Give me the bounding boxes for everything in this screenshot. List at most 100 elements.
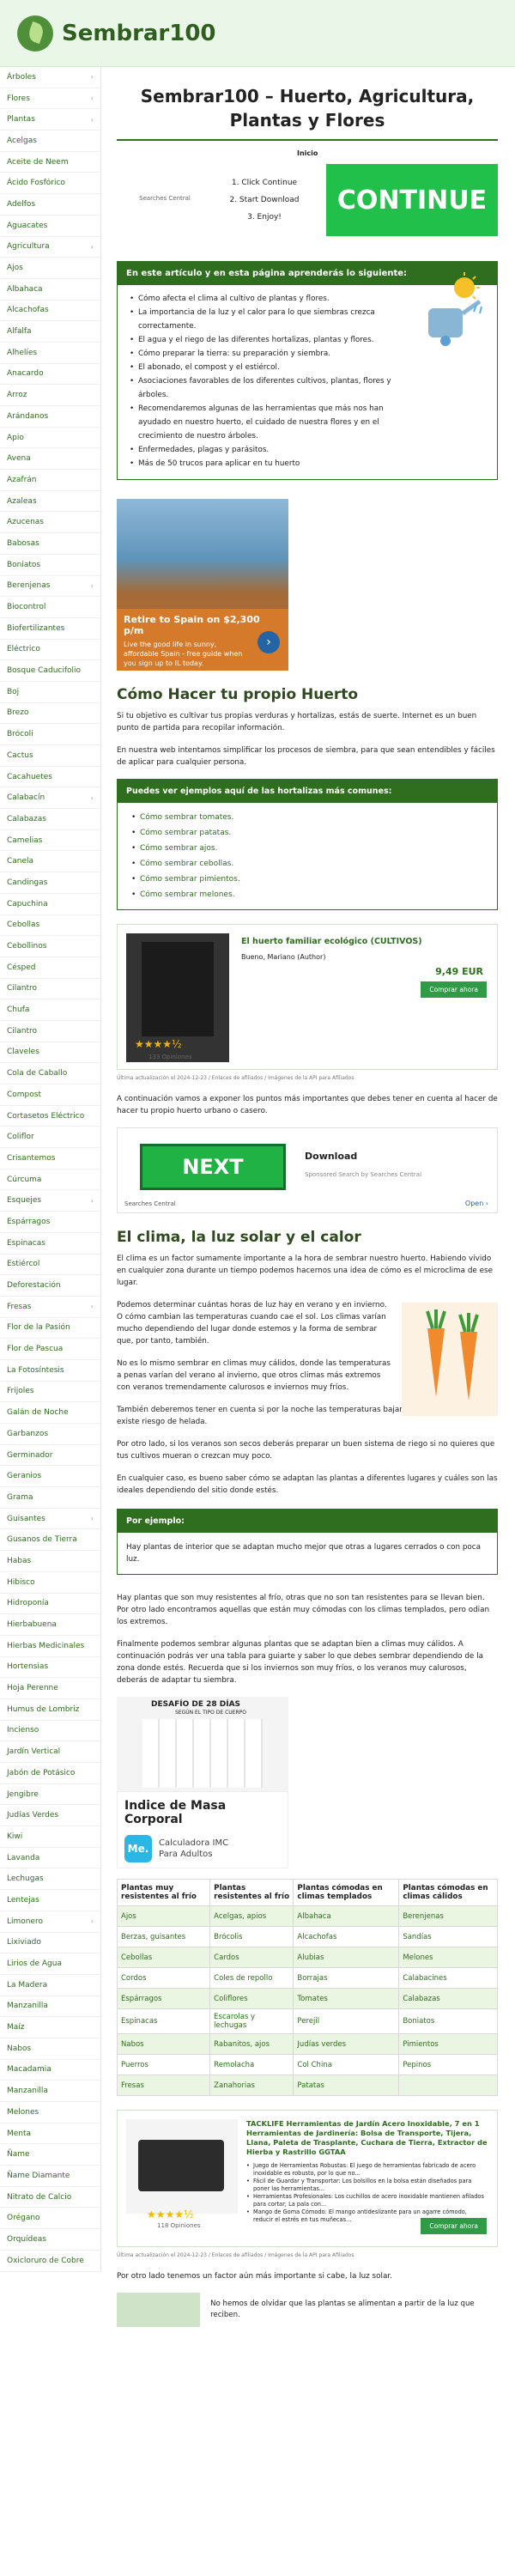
sidebar-item[interactable]: Brócoli bbox=[0, 724, 100, 745]
sidebar-item[interactable]: Flor de la Pasión bbox=[0, 1318, 100, 1340]
sidebar-item[interactable]: Espinacas bbox=[0, 1233, 100, 1255]
sidebar-item[interactable]: Bosque Caducifolio bbox=[0, 660, 100, 682]
sidebar-item[interactable]: Alhelíes bbox=[0, 343, 100, 364]
sidebar-item[interactable]: Anacardo bbox=[0, 364, 100, 386]
sidebar-item[interactable]: Orégano bbox=[0, 2208, 100, 2230]
sidebar-item[interactable]: Capuchina bbox=[0, 894, 100, 915]
sidebar-item[interactable]: Ajos bbox=[0, 258, 100, 279]
review-count[interactable]: 118 Opiniones bbox=[157, 2222, 201, 2229]
sidebar-item[interactable]: Canela bbox=[0, 851, 100, 873]
sidebar-item[interactable]: Lavanda bbox=[0, 1848, 100, 1869]
sidebar-item[interactable]: Lechugas bbox=[0, 1868, 100, 1891]
chevron-right-icon[interactable]: › bbox=[91, 1917, 94, 1925]
example-link[interactable]: Cómo sembrar pimientos. bbox=[131, 872, 483, 887]
chevron-right-icon[interactable]: › bbox=[91, 1515, 94, 1522]
sidebar-item[interactable]: Hibisco bbox=[0, 1572, 100, 1594]
arrow-right-icon[interactable]: › bbox=[258, 631, 280, 653]
sidebar-item[interactable]: Deforestación bbox=[0, 1275, 100, 1297]
example-link[interactable]: Cómo sembrar ajos. bbox=[131, 841, 483, 856]
sidebar-item[interactable]: Candingas bbox=[0, 872, 100, 894]
sidebar-item[interactable]: Lentejas bbox=[0, 1890, 100, 1911]
tools-image[interactable] bbox=[126, 2119, 238, 2214]
sidebar-item[interactable]: Acelgas bbox=[0, 131, 100, 152]
sidebar-item[interactable]: Garbanzos bbox=[0, 1424, 100, 1445]
product-title[interactable]: El huerto familiar ecológico (CULTIVOS) bbox=[241, 937, 488, 946]
sidebar-item[interactable]: Claveles bbox=[0, 1042, 100, 1064]
sidebar-item[interactable]: Coliflor bbox=[0, 1127, 100, 1149]
sidebar-item[interactable]: Lixiviado bbox=[0, 1933, 100, 1954]
sidebar-item[interactable]: La Madera bbox=[0, 1975, 100, 1996]
sidebar-item[interactable]: Hierbas Medicinales bbox=[0, 1636, 100, 1657]
sidebar-item[interactable]: Melones bbox=[0, 2102, 100, 2123]
sidebar-item[interactable]: Plantas › bbox=[0, 109, 100, 131]
chevron-right-icon[interactable]: › bbox=[91, 116, 94, 124]
sidebar-item[interactable]: Biocontrol bbox=[0, 597, 100, 618]
sidebar-item[interactable]: Cilantro bbox=[0, 979, 100, 1000]
sidebar-item[interactable]: Camelias bbox=[0, 830, 100, 852]
chevron-right-icon[interactable]: › bbox=[91, 582, 94, 590]
sidebar-item[interactable]: Flores › bbox=[0, 88, 100, 110]
sidebar-item[interactable]: Apio bbox=[0, 428, 100, 449]
review-count[interactable]: 133 Opiniones bbox=[148, 1054, 192, 1060]
logo-icon[interactable] bbox=[17, 15, 53, 52]
chevron-right-icon[interactable]: › bbox=[91, 1197, 94, 1205]
sidebar-item[interactable]: Lirios de Agua bbox=[0, 1953, 100, 1975]
sidebar-item[interactable]: Aguacates bbox=[0, 216, 100, 237]
sidebar-item[interactable]: Azafrán bbox=[0, 470, 100, 491]
example-link[interactable]: Cómo sembrar patatas. bbox=[131, 825, 483, 841]
buy-button[interactable]: Comprar ahora bbox=[421, 2218, 487, 2234]
sidebar-item[interactable]: Adelfos bbox=[0, 194, 100, 216]
sidebar-item[interactable]: Flor de Pascua bbox=[0, 1339, 100, 1360]
sidebar-item[interactable]: Alfalfa bbox=[0, 321, 100, 343]
sidebar-item[interactable]: Fresas › bbox=[0, 1297, 100, 1318]
sidebar-item[interactable]: Germinador bbox=[0, 1445, 100, 1467]
sidebar-item[interactable]: Manzanilla bbox=[0, 1996, 100, 2018]
sidebar-item[interactable]: Eléctrico bbox=[0, 640, 100, 661]
sidebar-item[interactable]: Agricultura › bbox=[0, 237, 100, 258]
sidebar-item[interactable]: Gusanos de Tierra bbox=[0, 1529, 100, 1552]
sidebar-item[interactable]: Berenjenas › bbox=[0, 576, 100, 598]
sidebar-item[interactable]: Grama bbox=[0, 1487, 100, 1509]
sidebar-item[interactable]: Jengibre bbox=[0, 1784, 100, 1806]
sidebar-item[interactable]: Arroz bbox=[0, 385, 100, 406]
sidebar-item[interactable]: Menta bbox=[0, 2123, 100, 2145]
sidebar-item[interactable]: Frijoles bbox=[0, 1382, 100, 1403]
example-link[interactable]: Cómo sembrar tomates. bbox=[131, 810, 483, 825]
site-logo-text[interactable]: Sembrar100 bbox=[62, 21, 216, 46]
ad-banner-top[interactable]: Inicio Searches Central 1. Click Continu… bbox=[117, 146, 498, 242]
sidebar-item[interactable]: Humus de Lombriz bbox=[0, 1699, 100, 1721]
sidebar-item[interactable]: Cola de Caballo bbox=[0, 1063, 100, 1084]
next-button[interactable]: NEXT bbox=[140, 1144, 286, 1190]
ad-download-label[interactable]: Download bbox=[305, 1151, 357, 1162]
sidebar-item[interactable]: Nitrato de Calcio bbox=[0, 2187, 100, 2208]
sidebar-item[interactable]: Ñame bbox=[0, 2144, 100, 2166]
sidebar-item[interactable]: Nabos bbox=[0, 2038, 100, 2060]
example-link[interactable]: Cómo sembrar cebollas. bbox=[131, 856, 483, 872]
sidebar-item[interactable]: Maíz bbox=[0, 2017, 100, 2038]
sidebar-item[interactable]: Boj bbox=[0, 682, 100, 703]
ad-next[interactable]: NEXT Download Sponsored Search by Search… bbox=[117, 1127, 498, 1213]
ad-indice[interactable]: Indice de Masa Corporal Me. Calculadora … bbox=[117, 1791, 288, 1868]
chevron-right-icon[interactable]: › bbox=[91, 243, 94, 251]
sidebar-item[interactable]: Hoja Perenne bbox=[0, 1678, 100, 1699]
sidebar-item[interactable]: Cactus bbox=[0, 745, 100, 767]
sidebar-item[interactable]: La Fotosíntesis bbox=[0, 1360, 100, 1382]
sidebar-item[interactable]: Boniatos bbox=[0, 555, 100, 576]
sidebar-item[interactable]: Chufa bbox=[0, 999, 100, 1021]
sidebar-item[interactable]: Espárragos bbox=[0, 1212, 100, 1233]
sidebar-item[interactable]: Macadamia bbox=[0, 2060, 100, 2081]
ad-spain[interactable]: Retire to Spain on $2,300 p/m Live the g… bbox=[117, 499, 288, 671]
sidebar-item[interactable]: Cortasetos Eléctrico bbox=[0, 1106, 100, 1127]
sidebar-item[interactable]: Jabón de Potásico bbox=[0, 1763, 100, 1784]
sidebar-item[interactable]: Albahaca bbox=[0, 279, 100, 301]
sidebar-item[interactable]: Biofertilizantes bbox=[0, 618, 100, 640]
sidebar-item[interactable]: Avena bbox=[0, 448, 100, 471]
sidebar-item[interactable]: Césped bbox=[0, 957, 100, 979]
sidebar-item[interactable]: Alcachofas bbox=[0, 301, 100, 322]
sidebar-item[interactable]: Guisantes › bbox=[0, 1509, 100, 1530]
sidebar-item[interactable]: Crisantemos bbox=[0, 1148, 100, 1170]
sidebar-item[interactable]: Manzanilla bbox=[0, 2081, 100, 2102]
ad-open-link[interactable]: Open › bbox=[465, 1200, 488, 1207]
sidebar-item[interactable]: Árboles › bbox=[0, 67, 100, 88]
sidebar-item[interactable]: Jardín Vertical bbox=[0, 1741, 100, 1763]
